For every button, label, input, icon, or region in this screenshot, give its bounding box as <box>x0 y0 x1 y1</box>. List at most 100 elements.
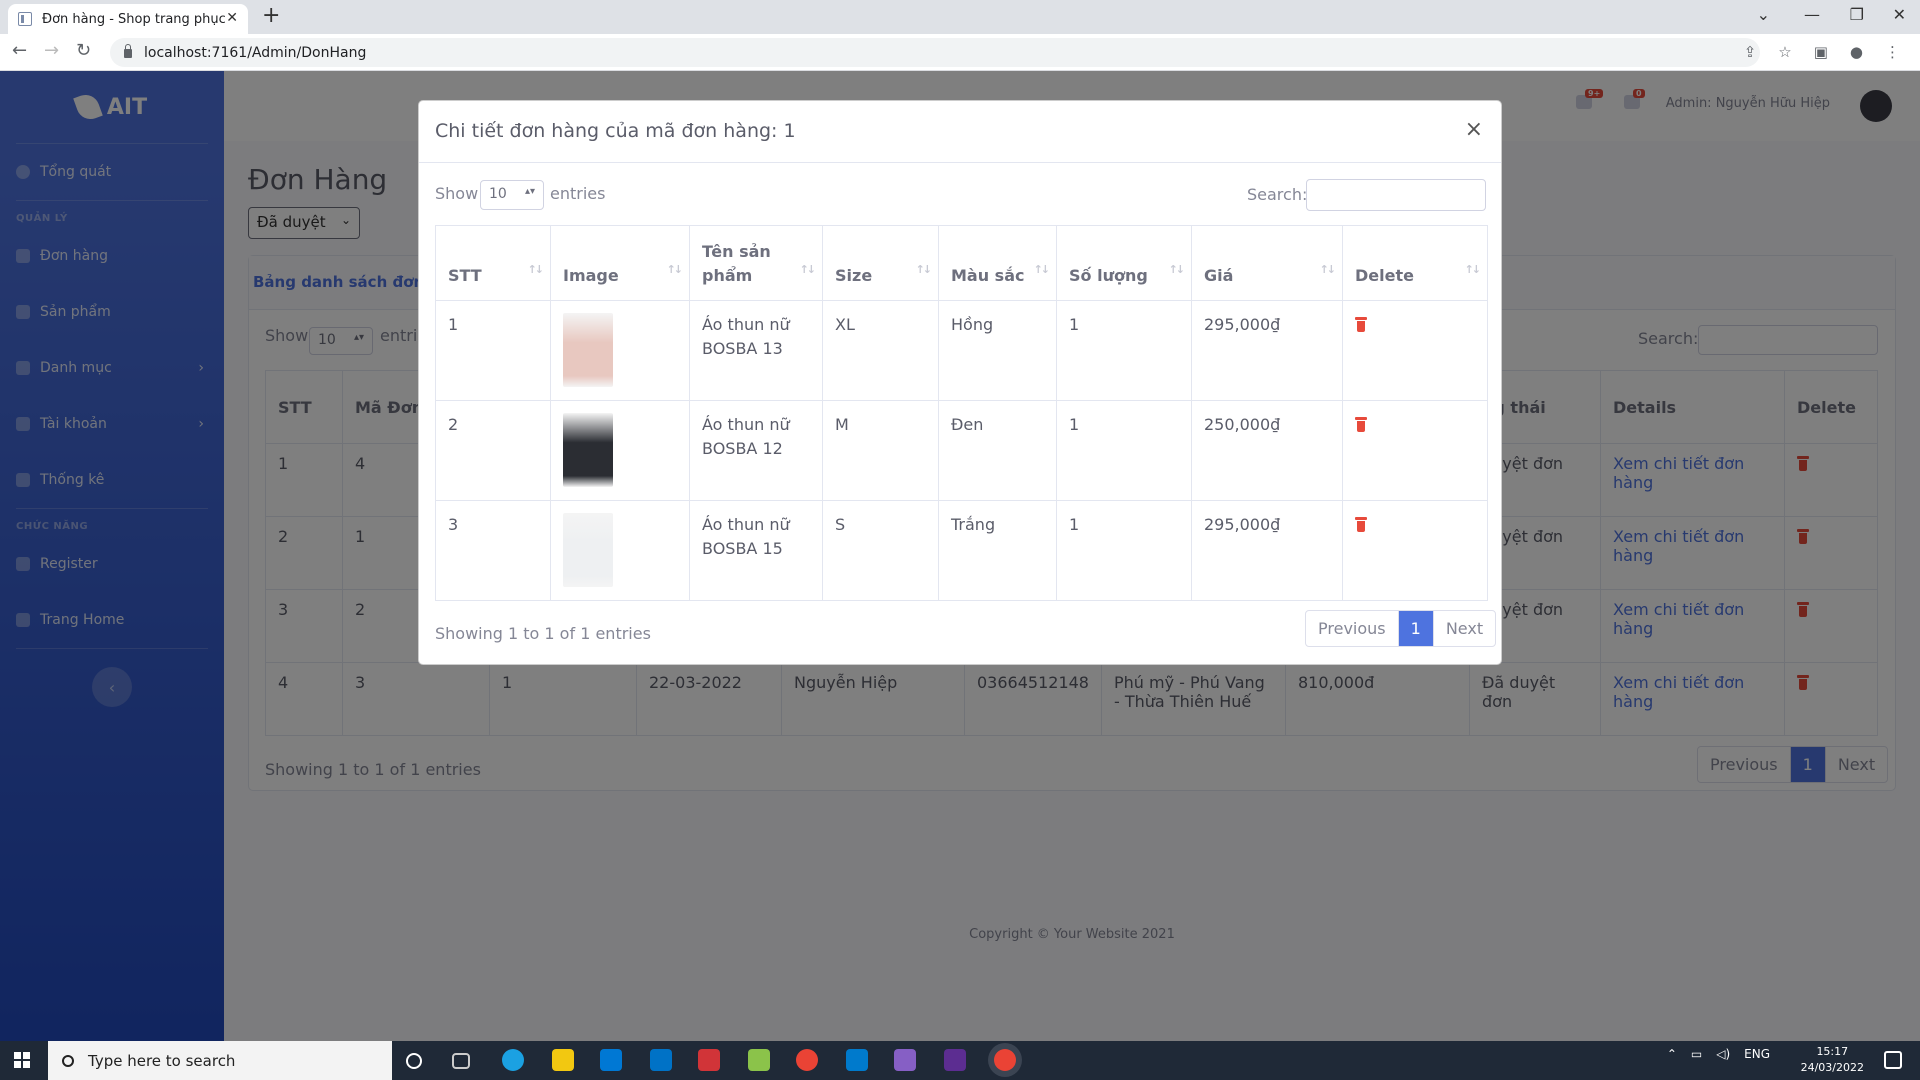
entries-label: entries <box>550 184 606 203</box>
cell-qty: 1 <box>1056 400 1192 501</box>
window-close-icon[interactable]: ✕ <box>1893 5 1906 24</box>
table-row: 3 Áo thun nữ BOSBA 15 S Trắng 1 295,000₫ <box>435 500 1488 601</box>
sort-icon: ↑↓ <box>915 263 933 276</box>
taskbar-search-field[interactable]: Type here to search <box>48 1041 392 1080</box>
search-label: Search: <box>1247 185 1308 204</box>
cell-color: Hồng <box>938 300 1057 401</box>
cortana-icon[interactable] <box>406 1053 422 1069</box>
volume-icon[interactable]: ◁) <box>1716 1047 1730 1061</box>
col-header-qty[interactable]: Số lượng ↑↓ <box>1056 225 1192 301</box>
entries-select[interactable]: 10 ▴▾ <box>480 180 544 210</box>
cell-stt: 2 <box>435 400 551 501</box>
cell-qty: 1 <box>1056 300 1192 401</box>
network-icon[interactable]: ▭ <box>1691 1047 1702 1061</box>
pagination: Previous 1 Next <box>1305 610 1497 647</box>
cell-name: Áo thun nữ BOSBA 12 <box>689 400 823 501</box>
share-icon[interactable]: ⇪ <box>1744 43 1757 61</box>
restore-icon[interactable]: ❐ <box>1850 5 1864 24</box>
cell-image <box>550 500 690 601</box>
browser-tab-bar: Đơn hàng - Shop trang phục ✕ + ⌄ — ❐ ✕ <box>0 0 1920 34</box>
browser-tab[interactable]: Đơn hàng - Shop trang phục ✕ <box>8 4 248 34</box>
search-icon <box>62 1054 74 1067</box>
entries-value: 10 <box>489 186 507 202</box>
table-row: 2 Áo thun nữ BOSBA 12 M Đen 1 250,000₫ <box>435 400 1488 501</box>
cell-price: 295,000₫ <box>1191 300 1343 401</box>
cell-size: M <box>822 400 939 501</box>
new-tab-button[interactable]: + <box>262 3 280 28</box>
minimize-icon[interactable]: — <box>1804 5 1820 24</box>
modal-header: Chi tiết đơn hàng của mã đơn hàng: 1 × <box>419 101 1501 163</box>
language-indicator[interactable]: ENG <box>1744 1047 1770 1061</box>
app-icon[interactable] <box>748 1049 770 1071</box>
edge-icon[interactable] <box>502 1049 524 1071</box>
reload-icon[interactable]: ↻ <box>76 40 91 61</box>
clock-time: 15:17 <box>1816 1045 1849 1058</box>
chrome-icon[interactable] <box>796 1049 818 1071</box>
bookmark-star-icon[interactable]: ☆ <box>1778 43 1791 61</box>
select-arrows-icon: ▴▾ <box>524 186 535 197</box>
side-panel-icon[interactable]: ▣ <box>1814 43 1828 61</box>
task-view-icon[interactable] <box>452 1053 470 1069</box>
chrome-active-icon[interactable] <box>994 1049 1016 1071</box>
sort-icon: ↑↓ <box>1168 263 1186 276</box>
app-icon[interactable] <box>698 1049 720 1071</box>
file-explorer-icon[interactable] <box>552 1049 574 1071</box>
url-field[interactable]: localhost:7161/Admin/DonHang <box>110 38 1760 67</box>
sort-icon: ↑↓ <box>527 263 545 276</box>
cell-color: Đen <box>938 400 1057 501</box>
cell-image <box>550 400 690 501</box>
close-icon[interactable]: × <box>1465 117 1483 142</box>
cell-size: XL <box>822 300 939 401</box>
cell-delete <box>1342 400 1488 501</box>
profile-icon[interactable]: ● <box>1850 43 1863 61</box>
menu-icon[interactable]: ⋮ <box>1885 43 1900 61</box>
sort-icon: ↑↓ <box>1319 263 1337 276</box>
tab-title: Đơn hàng - Shop trang phục <box>42 11 226 27</box>
cell-name: Áo thun nữ BOSBA 13 <box>689 300 823 401</box>
next-page-button[interactable]: Next <box>1434 611 1495 646</box>
col-header-color[interactable]: Màu sắc ↑↓ <box>938 225 1057 301</box>
store-icon[interactable] <box>600 1049 622 1071</box>
system-tray: ⌃ ▭ ◁) ENG <box>1667 1047 1770 1061</box>
taskbar-search-placeholder: Type here to search <box>88 1051 236 1070</box>
windows-start-icon[interactable] <box>14 1052 30 1068</box>
col-header-price[interactable]: Giá ↑↓ <box>1191 225 1343 301</box>
sort-icon: ↑↓ <box>1033 263 1051 276</box>
col-header-delete[interactable]: Delete ↑↓ <box>1342 225 1488 301</box>
col-header-name[interactable]: Tên sản phẩm ↑↓ <box>689 225 823 301</box>
cell-size: S <box>822 500 939 601</box>
tab-close-icon[interactable]: ✕ <box>226 10 238 26</box>
col-header-image[interactable]: Image ↑↓ <box>550 225 690 301</box>
forward-icon[interactable]: → <box>44 40 59 61</box>
clock[interactable]: 15:17 24/03/2022 <box>1801 1044 1864 1076</box>
product-image <box>563 313 613 387</box>
cell-price: 295,000₫ <box>1191 500 1343 601</box>
url-text: localhost:7161/Admin/DonHang <box>144 44 367 61</box>
prev-page-button[interactable]: Previous <box>1306 611 1399 646</box>
chevron-up-icon[interactable]: ⌃ <box>1667 1047 1677 1061</box>
visual-studio-icon[interactable] <box>894 1049 916 1071</box>
tab-search-icon[interactable]: ⌄ <box>1757 5 1770 24</box>
vscode-icon[interactable] <box>846 1049 868 1071</box>
cell-image <box>550 300 690 401</box>
clock-date: 24/03/2022 <box>1800 1061 1864 1074</box>
sort-icon: ↑↓ <box>666 263 684 276</box>
col-header-size[interactable]: Size ↑↓ <box>822 225 939 301</box>
product-image <box>563 413 613 487</box>
col-header-stt[interactable]: STT ↑↓ <box>435 225 551 301</box>
trash-icon[interactable] <box>1355 417 1367 432</box>
mail-icon[interactable] <box>650 1049 672 1071</box>
cell-delete <box>1342 500 1488 601</box>
page-1-button[interactable]: 1 <box>1398 611 1434 646</box>
app-icon[interactable] <box>944 1049 966 1071</box>
table-info: Showing 1 to 1 of 1 entries <box>435 624 651 643</box>
cell-stt: 3 <box>435 500 551 601</box>
sort-icon: ↑↓ <box>1464 263 1482 276</box>
search-input[interactable] <box>1306 179 1486 211</box>
product-image <box>563 513 613 587</box>
back-icon[interactable]: ← <box>12 40 27 61</box>
notification-icon[interactable] <box>1884 1051 1902 1069</box>
trash-icon[interactable] <box>1355 317 1367 332</box>
sort-icon: ↑↓ <box>799 263 817 276</box>
trash-icon[interactable] <box>1355 517 1367 532</box>
